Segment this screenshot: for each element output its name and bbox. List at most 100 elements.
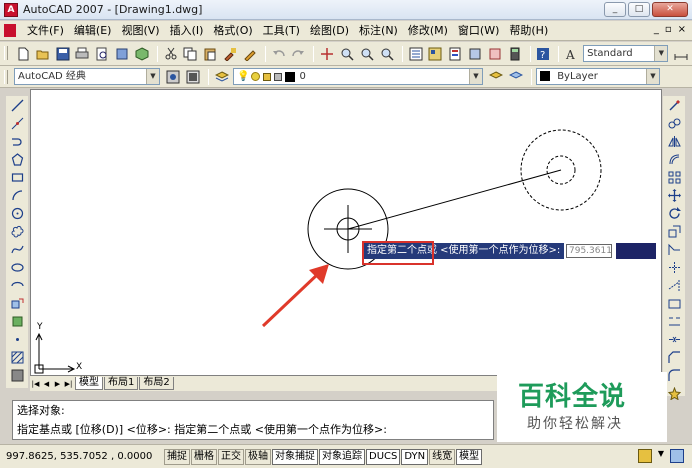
ellipse-arc-icon[interactable] bbox=[8, 276, 26, 294]
menu-file[interactable]: 文件(F) bbox=[22, 22, 69, 40]
fillet-icon[interactable] bbox=[665, 366, 683, 384]
last-tab-button[interactable]: ▶| bbox=[63, 378, 74, 390]
menu-modify[interactable]: 修改(M) bbox=[403, 22, 453, 40]
tab-model[interactable]: 模型 bbox=[75, 377, 103, 390]
open-folder-icon[interactable] bbox=[34, 45, 52, 63]
next-tab-button[interactable]: ▶ bbox=[52, 378, 63, 390]
model-toggle[interactable]: 模型 bbox=[456, 448, 483, 465]
publish-icon[interactable] bbox=[113, 45, 131, 63]
layer-manager-icon[interactable] bbox=[213, 68, 231, 86]
polyline-icon[interactable] bbox=[8, 132, 26, 150]
osnap-toggle[interactable]: 对象捕捉 bbox=[272, 448, 318, 465]
print-icon[interactable] bbox=[73, 45, 91, 63]
3d-dwf-icon[interactable] bbox=[133, 45, 151, 63]
menu-draw[interactable]: 绘图(D) bbox=[305, 22, 354, 40]
snap-toggle[interactable]: 捕捉 bbox=[164, 448, 190, 465]
workspace-settings-icon[interactable] bbox=[164, 68, 182, 86]
lineweight-toggle[interactable]: 线宽 bbox=[429, 448, 456, 465]
design-center-icon[interactable] bbox=[426, 45, 444, 63]
point-icon[interactable] bbox=[8, 330, 26, 348]
toolbar-grip[interactable] bbox=[4, 46, 8, 60]
text-style-icon[interactable]: A bbox=[563, 45, 581, 63]
arc-icon[interactable] bbox=[8, 186, 26, 204]
coordinate-readout[interactable]: 997.8625, 535.7052 , 0.0000 bbox=[6, 451, 164, 462]
tab-layout1[interactable]: 布局1 bbox=[104, 377, 139, 390]
copy-icon[interactable] bbox=[182, 45, 200, 63]
line-icon[interactable] bbox=[8, 96, 26, 114]
new-file-icon[interactable] bbox=[14, 45, 32, 63]
join-icon[interactable] bbox=[665, 330, 683, 348]
doc-minimize-button[interactable]: _ bbox=[654, 24, 659, 35]
drawing-area[interactable]: Y X 指定第二个点或 <使用第一个点作为位移>: 795.3611 bbox=[30, 89, 662, 376]
dynamic-input-field[interactable]: 795.3611 bbox=[566, 244, 612, 258]
autocad-app-icon[interactable]: A bbox=[4, 2, 18, 17]
minimize-button[interactable]: _ bbox=[604, 2, 626, 17]
ortho-toggle[interactable]: 正交 bbox=[218, 448, 244, 465]
menu-format[interactable]: 格式(O) bbox=[208, 22, 257, 40]
gradient-icon[interactable] bbox=[8, 366, 26, 384]
menu-help[interactable]: 帮助(H) bbox=[504, 22, 553, 40]
markup-set-icon[interactable] bbox=[486, 45, 504, 63]
doc-close-button[interactable]: × bbox=[678, 24, 686, 35]
block-editor-icon[interactable] bbox=[241, 45, 259, 63]
dimension-style-icon[interactable] bbox=[672, 45, 690, 63]
paste-icon[interactable] bbox=[201, 45, 219, 63]
trim-icon[interactable] bbox=[665, 258, 683, 276]
menu-view[interactable]: 视图(V) bbox=[116, 22, 164, 40]
tab-layout2[interactable]: 布局2 bbox=[139, 377, 174, 390]
menu-insert[interactable]: 插入(I) bbox=[165, 22, 209, 40]
redo-icon[interactable] bbox=[290, 45, 308, 63]
previous-tab-button[interactable]: ◀ bbox=[41, 378, 52, 390]
rectangle-icon[interactable] bbox=[8, 168, 26, 186]
zoom-realtime-icon[interactable] bbox=[338, 45, 356, 63]
stretch-icon[interactable] bbox=[665, 240, 683, 258]
dyn-toggle[interactable]: DYN bbox=[401, 448, 429, 465]
pan-realtime-icon[interactable] bbox=[318, 45, 336, 63]
scale-icon[interactable] bbox=[665, 222, 683, 240]
break-at-point-icon[interactable] bbox=[665, 294, 683, 312]
revision-cloud-icon[interactable] bbox=[8, 222, 26, 240]
workspace-select[interactable]: AutoCAD 经典 ▼ bbox=[14, 68, 160, 85]
match-properties-icon[interactable] bbox=[221, 45, 239, 63]
explode-icon[interactable] bbox=[665, 384, 683, 402]
document-icon[interactable] bbox=[4, 24, 16, 37]
color-select[interactable]: ByLayer ▼ bbox=[536, 68, 660, 85]
cut-icon[interactable] bbox=[162, 45, 180, 63]
save-icon[interactable] bbox=[54, 45, 72, 63]
tool-palettes-icon[interactable] bbox=[446, 45, 464, 63]
toolbar-grip[interactable] bbox=[4, 70, 8, 84]
erase-icon[interactable] bbox=[665, 96, 683, 114]
make-block-icon[interactable] bbox=[8, 312, 26, 330]
first-tab-button[interactable]: |◀ bbox=[30, 378, 41, 390]
menu-edit[interactable]: 编辑(E) bbox=[69, 22, 117, 40]
quickcalc-icon[interactable] bbox=[506, 45, 524, 63]
insert-block-icon[interactable] bbox=[8, 294, 26, 312]
chevron-down-icon[interactable]: ▼ bbox=[469, 69, 482, 84]
zoom-previous-icon[interactable] bbox=[378, 45, 396, 63]
copy-object-icon[interactable] bbox=[665, 114, 683, 132]
properties-icon[interactable] bbox=[407, 45, 425, 63]
clean-screen-icon[interactable] bbox=[670, 449, 684, 463]
grid-toggle[interactable]: 栅格 bbox=[191, 448, 217, 465]
move-icon[interactable] bbox=[665, 186, 683, 204]
construction-line-icon[interactable] bbox=[8, 114, 26, 132]
menu-dimension[interactable]: 标注(N) bbox=[354, 22, 403, 40]
extend-icon[interactable] bbox=[665, 276, 683, 294]
array-icon[interactable] bbox=[665, 168, 683, 186]
spline-icon[interactable] bbox=[8, 240, 26, 258]
hatch-icon[interactable] bbox=[8, 348, 26, 366]
doc-restore-button[interactable]: ▫ bbox=[665, 24, 672, 35]
maximize-button[interactable]: □ bbox=[628, 2, 650, 17]
rotate-icon[interactable] bbox=[665, 204, 683, 222]
plot-preview-icon[interactable] bbox=[93, 45, 111, 63]
my-workspace-icon[interactable] bbox=[184, 68, 202, 86]
chevron-down-icon[interactable]: ▼ bbox=[646, 69, 659, 84]
ducs-toggle[interactable]: DUCS bbox=[366, 448, 401, 465]
polygon-icon[interactable] bbox=[8, 150, 26, 168]
menu-window[interactable]: 窗口(W) bbox=[453, 22, 504, 40]
circle-icon[interactable] bbox=[8, 204, 26, 222]
layer-select[interactable]: 💡 0 ▼ bbox=[233, 68, 483, 85]
chevron-down-icon[interactable]: ▼ bbox=[146, 69, 159, 84]
ellipse-icon[interactable] bbox=[8, 258, 26, 276]
chamfer-icon[interactable] bbox=[665, 348, 683, 366]
